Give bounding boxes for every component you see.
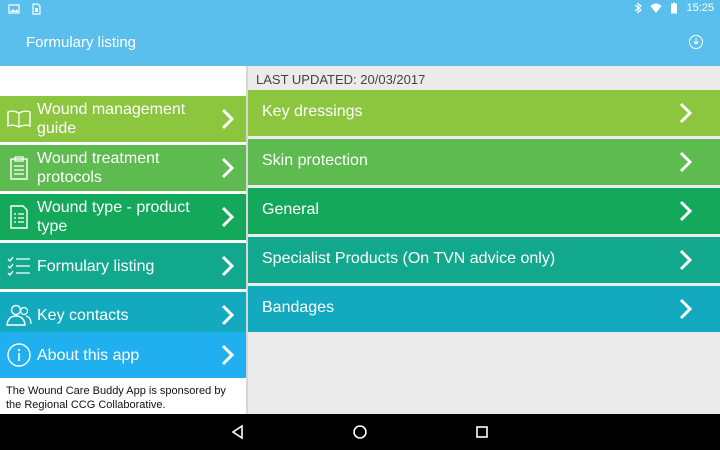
wifi-icon [650,3,662,13]
chevron-right-icon [679,298,693,320]
sponsor-text: The Wound Care Buddy App is sponsored by… [6,385,226,411]
sidebar-item-label: Wound management guide [37,101,186,137]
recents-icon[interactable] [473,423,491,441]
chevron-right-icon [679,151,693,173]
chevron-right-icon [221,304,235,326]
people-icon [6,304,32,326]
list-item-label: Key dressings [262,103,363,120]
sidebar-item-label: Wound treatment protocols [37,150,160,186]
checklist-icon [7,256,30,276]
chevron-right-icon [221,108,235,130]
sidebar-item-formulary-listing[interactable]: Formulary listing [0,243,246,289]
list-item-label: Skin protection [262,152,368,169]
chevron-right-icon [679,249,693,271]
last-updated-label: LAST UPDATED: 20/03/2017 [256,72,426,87]
nav-bar [0,414,720,450]
list-item-key-dressings[interactable]: Key dressings [248,90,720,136]
sidebar-item-label: About this app [37,346,140,364]
document-list-icon [10,205,28,229]
sidebar: Wound management guide Wound treatment p… [0,66,246,414]
content-area: Wound management guide Wound treatment p… [0,66,720,414]
list-item-skin-protection[interactable]: Skin protection [248,139,720,185]
home-icon[interactable] [351,423,369,441]
list-item-general[interactable]: General [248,188,720,234]
sidebar-item-label: Formulary listing [37,257,155,275]
chevron-right-icon [221,157,235,179]
list-item-label: Bandages [262,299,335,316]
sidebar-item-label: Wound type - product type [37,199,190,235]
sidebar-item-wound-treatment-protocols[interactable]: Wound treatment protocols [0,145,246,191]
chevron-right-icon [221,344,235,366]
sidebar-item-wound-type-product-type[interactable]: Wound type - product type [0,194,246,240]
chevron-right-icon [679,200,693,222]
list-item-specialist-products[interactable]: Specialist Products (On TVN advice only) [248,237,720,283]
clipboard-icon [10,156,28,180]
chevron-right-icon [221,255,235,277]
sidebar-item-wound-management-guide[interactable]: Wound management guide [0,96,246,142]
list-item-bandages[interactable]: Bandages [248,286,720,332]
download-icon[interactable] [688,34,704,50]
book-icon [7,110,31,128]
status-time: 15:25 [686,2,714,14]
image-icon [8,4,20,14]
status-bar: 15:25 [0,0,720,18]
battery-icon [671,2,678,14]
chevron-right-icon [679,102,693,124]
sidebar-item-label: Key contacts [37,306,129,324]
info-icon [7,343,31,367]
page-title: Formulary listing [26,34,137,51]
list-item-label: General [262,201,319,218]
formulary-list: LAST UPDATED: 20/03/2017 Key dressings S… [248,66,720,414]
list-item-label: Specialist Products (On TVN advice only) [262,250,556,267]
chevron-right-icon [221,206,235,228]
sim-icon [32,3,41,15]
bluetooth-icon [635,2,643,14]
back-icon[interactable] [229,423,247,441]
sidebar-item-about-this-app[interactable]: About this app [0,332,246,378]
app-bar: Formulary listing [0,18,720,66]
